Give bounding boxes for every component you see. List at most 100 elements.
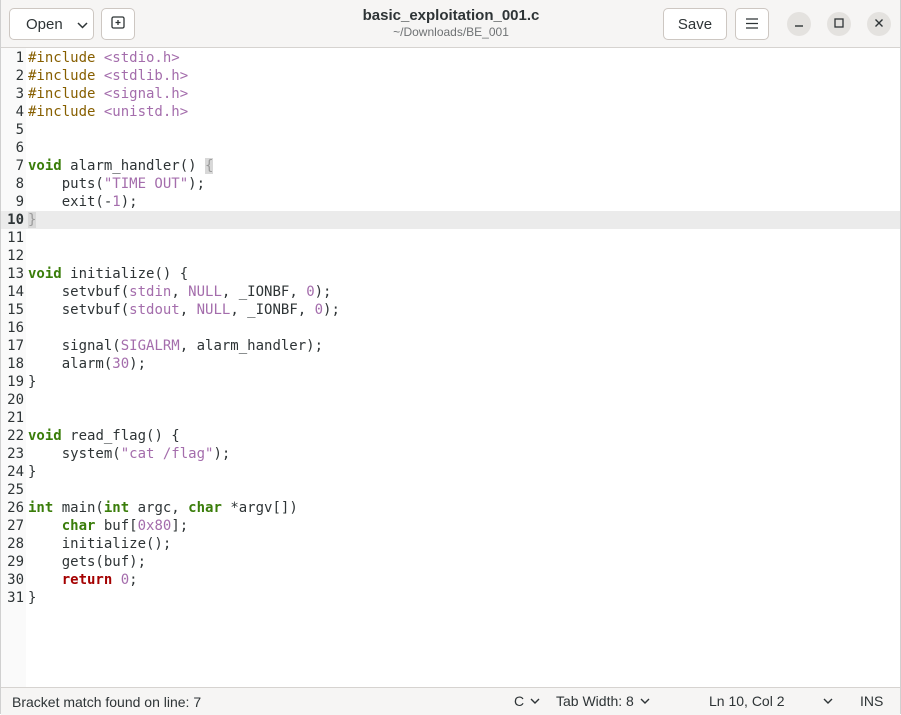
code-token: NULL bbox=[196, 302, 231, 318]
code-line[interactable]: 4 #include <unistd.h> bbox=[1, 103, 900, 121]
code-line[interactable]: 22 void read_flag() { bbox=[1, 427, 900, 445]
code-token: gets(buf); bbox=[28, 554, 147, 570]
code-line[interactable]: 6 bbox=[1, 139, 900, 157]
line-number: 8 bbox=[15, 176, 24, 192]
code-token: ); bbox=[213, 446, 231, 462]
code-line[interactable]: 29 gets(buf); bbox=[1, 553, 900, 571]
line-code: #include <stdio.h> bbox=[28, 49, 180, 67]
code-token: argc, bbox=[137, 500, 189, 516]
line-code: int main(int argc, char *argv[]) bbox=[28, 499, 298, 517]
code-token: } bbox=[28, 212, 37, 228]
line-code: gets(buf); bbox=[28, 553, 146, 571]
code-line[interactable]: 18 alarm(30); bbox=[1, 355, 900, 373]
language-selector[interactable]: C bbox=[514, 693, 540, 709]
code-line[interactable]: 31} bbox=[1, 589, 900, 607]
code-token: 1 bbox=[112, 194, 121, 210]
code-line[interactable]: 13 void initialize() { bbox=[1, 265, 900, 283]
code-line[interactable]: 8 puts("TIME OUT"); bbox=[1, 175, 900, 193]
line-number: 6 bbox=[15, 140, 24, 156]
code-token: SIGALRM bbox=[120, 338, 180, 354]
code-line[interactable]: 17 signal(SIGALRM, alarm_handler); bbox=[1, 337, 900, 355]
code-token: stdout bbox=[129, 302, 180, 318]
maximize-button[interactable] bbox=[827, 12, 851, 36]
line-number: 19 bbox=[7, 374, 24, 390]
code-token: , alarm_handler); bbox=[179, 338, 324, 354]
line-code: void read_flag() { bbox=[28, 427, 180, 445]
line-number: 16 bbox=[7, 320, 24, 336]
code-line[interactable]: 20 bbox=[1, 391, 900, 409]
line-number: 12 bbox=[7, 248, 24, 264]
code-token: read_flag() { bbox=[70, 428, 180, 444]
code-line[interactable]: 2 #include <stdlib.h> bbox=[1, 67, 900, 85]
line-number: 10 bbox=[7, 212, 24, 228]
code-line[interactable]: 25 bbox=[1, 481, 900, 499]
code-line[interactable]: 19} bbox=[1, 373, 900, 391]
line-code: alarm(30); bbox=[28, 355, 146, 373]
code-line[interactable]: 30 return 0; bbox=[1, 571, 900, 589]
line-number: 20 bbox=[7, 392, 24, 408]
close-button[interactable] bbox=[867, 12, 891, 36]
code-line[interactable]: 23 system("cat /flag"); bbox=[1, 445, 900, 463]
line-number: 24 bbox=[7, 464, 24, 480]
line-number: 17 bbox=[7, 338, 24, 354]
code-line[interactable]: 3 #include <signal.h> bbox=[1, 85, 900, 103]
code-line[interactable]: 12 bbox=[1, 247, 900, 265]
code-line[interactable]: 16 bbox=[1, 319, 900, 337]
main-menu-button[interactable] bbox=[735, 8, 769, 40]
chevron-down-icon bbox=[640, 695, 650, 707]
maximize-icon bbox=[834, 17, 844, 32]
save-button[interactable]: Save bbox=[663, 8, 727, 40]
line-code: } bbox=[28, 463, 36, 481]
line-number: 28 bbox=[7, 536, 24, 552]
code-token: ); bbox=[314, 284, 332, 300]
line-number: 9 bbox=[15, 194, 24, 210]
code-line[interactable]: 11 bbox=[1, 229, 900, 247]
line-code: void alarm_handler() { bbox=[28, 157, 214, 175]
code-token: #include bbox=[28, 86, 104, 102]
line-number: 23 bbox=[7, 446, 24, 462]
code-line[interactable]: 7 void alarm_handler() { bbox=[1, 157, 900, 175]
cursor-position-selector[interactable]: Ln 10, Col 2 bbox=[709, 693, 833, 709]
code-line[interactable]: 28 initialize(); bbox=[1, 535, 900, 553]
line-number: 3 bbox=[15, 86, 24, 102]
code-token: main( bbox=[61, 500, 104, 516]
minimize-button[interactable] bbox=[787, 12, 811, 36]
code-line[interactable]: 10} bbox=[1, 211, 900, 229]
code-token: 30 bbox=[112, 356, 130, 372]
code-token: signal( bbox=[28, 338, 121, 354]
line-code: return 0; bbox=[28, 571, 138, 589]
line-number: 25 bbox=[7, 482, 24, 498]
code-line[interactable]: 1 #include <stdio.h> bbox=[1, 49, 900, 67]
line-number: 27 bbox=[7, 518, 24, 534]
code-line[interactable]: 5 bbox=[1, 121, 900, 139]
line-number: 14 bbox=[7, 284, 24, 300]
code-token: { bbox=[205, 158, 214, 174]
line-number: 18 bbox=[7, 356, 24, 372]
line-number: 26 bbox=[7, 500, 24, 516]
code-line[interactable]: 24} bbox=[1, 463, 900, 481]
code-line[interactable]: 27 char buf[0x80]; bbox=[1, 517, 900, 535]
code-line[interactable]: 15 setvbuf(stdout, NULL, _IONBF, 0); bbox=[1, 301, 900, 319]
open-button[interactable]: Open bbox=[9, 8, 94, 40]
window-title-area: basic_exploitation_001.c ~/Downloads/BE_… bbox=[301, 6, 601, 39]
code-lines: 1 #include <stdio.h> 2 #include <stdlib.h> 3… bbox=[1, 49, 900, 607]
code-line[interactable]: 14 setvbuf(stdin, NULL, _IONBF, 0); bbox=[1, 283, 900, 301]
language-label: C bbox=[514, 693, 525, 709]
line-number: 13 bbox=[7, 266, 24, 282]
line-number: 1 bbox=[15, 50, 24, 66]
document-title: basic_exploitation_001.c bbox=[362, 7, 540, 24]
code-line[interactable]: 26 int main(int argc, char *argv[]) bbox=[1, 499, 900, 517]
code-editor[interactable]: 1 #include <stdio.h> 2 #include <stdlib.h> 3… bbox=[1, 48, 900, 687]
cursor-position-label: Ln 10, Col 2 bbox=[709, 693, 785, 709]
line-number: 30 bbox=[7, 572, 24, 588]
line-code: void initialize() { bbox=[28, 265, 188, 283]
tab-width-selector[interactable]: Tab Width: 8 bbox=[556, 693, 650, 709]
code-token: void bbox=[28, 266, 71, 282]
code-token: #include bbox=[28, 104, 104, 120]
code-line[interactable]: 21 bbox=[1, 409, 900, 427]
insert-mode-indicator[interactable]: INS bbox=[860, 693, 883, 709]
code-line[interactable]: 9 exit(-1); bbox=[1, 193, 900, 211]
line-code: puts("TIME OUT"); bbox=[28, 175, 205, 193]
new-tab-button[interactable] bbox=[101, 8, 135, 40]
line-number: 31 bbox=[7, 590, 24, 606]
